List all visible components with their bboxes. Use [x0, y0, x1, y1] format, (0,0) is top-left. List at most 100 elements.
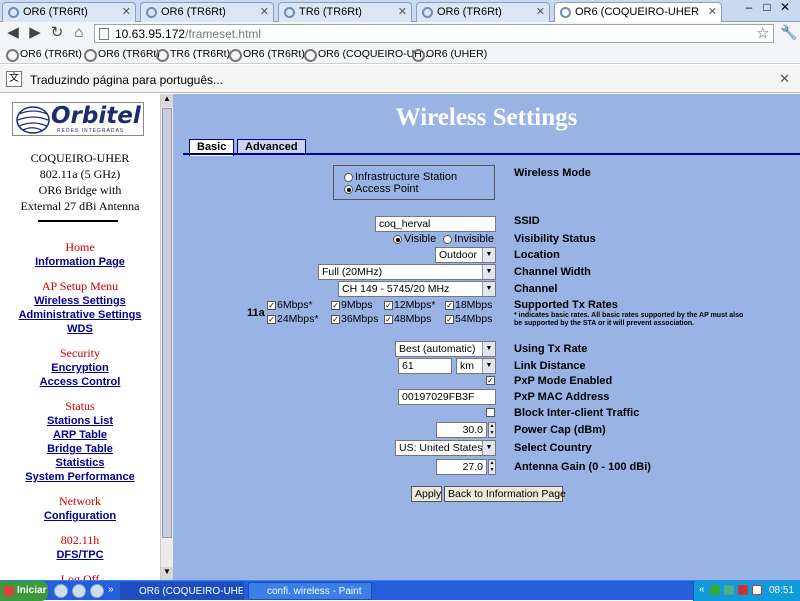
- taskbar-task[interactable]: confi. wireless - Paint: [248, 582, 372, 600]
- checkbox-9mbps[interactable]: ✓: [331, 300, 340, 310]
- power-cap-spinner[interactable]: ▲ ▼: [488, 422, 496, 438]
- ssid-input[interactable]: coq_herval: [375, 216, 496, 232]
- bookmark-item[interactable]: OR6 (UHER): [412, 48, 487, 62]
- rate-12mbps[interactable]: ✓ 12Mbps*: [384, 299, 435, 311]
- forward-icon[interactable]: ▶: [26, 24, 44, 42]
- nav-information-page[interactable]: Information Page: [0, 256, 160, 268]
- nav-administrative-settings[interactable]: Administrative Settings: [0, 309, 160, 321]
- mode-ap-option[interactable]: Access Point: [344, 183, 419, 195]
- address-bar[interactable]: 10.63.95.172/frameset.html: [94, 24, 774, 43]
- country-value: US: United States: [399, 442, 483, 454]
- nav-statistics[interactable]: Statistics: [0, 457, 160, 469]
- ie-icon[interactable]: [54, 584, 68, 598]
- back-to-information-button[interactable]: Back to Information Page: [444, 486, 566, 502]
- nav-arp-table[interactable]: ARP Table: [0, 429, 160, 441]
- close-tab-icon[interactable]: ✕: [122, 5, 131, 18]
- bookmark-star-icon[interactable]: ☆: [756, 24, 769, 42]
- checkbox-24mbps[interactable]: ✓: [267, 314, 276, 324]
- radio-infrastructure[interactable]: [344, 172, 353, 182]
- window-close-icon[interactable]: ✕: [776, 0, 794, 14]
- nav-system-performance[interactable]: System Performance: [0, 471, 160, 483]
- nav-access-control[interactable]: Access Control: [0, 376, 160, 388]
- rate-9mbps[interactable]: ✓ 9Mbps: [331, 299, 373, 311]
- pxp-enabled-checkbox[interactable]: ✓: [486, 376, 495, 385]
- close-tab-icon[interactable]: ✕: [398, 5, 407, 18]
- country-select[interactable]: US: United States ▼: [395, 440, 496, 456]
- close-icon[interactable]: ✕: [779, 71, 790, 87]
- tray-shield-icon[interactable]: [752, 585, 762, 595]
- bookmark-item[interactable]: OR6 (TR6Rt): [6, 48, 82, 62]
- scroll-up-icon[interactable]: ▲: [161, 94, 173, 107]
- minimize-icon[interactable]: –: [740, 0, 758, 14]
- tray-expand-icon[interactable]: «: [699, 584, 705, 595]
- rate-54mbps[interactable]: ✓ 54Mbps: [445, 313, 492, 325]
- close-tab-icon[interactable]: ✕: [536, 5, 545, 18]
- bookmark-item[interactable]: OR6 (TR6Rt): [229, 48, 305, 62]
- nav-log-off[interactable]: Log Off: [0, 572, 160, 580]
- browser-tab[interactable]: OR6 (TR6Rt) ✕: [2, 2, 136, 22]
- bookmark-item[interactable]: TR6 (TR6Rt): [156, 48, 230, 62]
- back-icon[interactable]: ◀: [4, 24, 22, 42]
- radio-access-point[interactable]: [344, 184, 353, 194]
- nav-configuration[interactable]: Configuration: [0, 510, 160, 522]
- rate-48mbps[interactable]: ✓ 48Mbps: [384, 313, 431, 325]
- channel-select[interactable]: CH 149 - 5745/20 MHz ▼: [338, 281, 496, 297]
- tray-network-icon[interactable]: [724, 585, 734, 595]
- browser-tab[interactable]: TR6 (TR6Rt) ✕: [278, 2, 412, 22]
- nav-stations-list[interactable]: Stations List: [0, 415, 160, 427]
- chrome-icon[interactable]: [90, 584, 104, 598]
- expand-quicklaunch-icon[interactable]: »: [108, 584, 114, 595]
- link-distance-input[interactable]: 61: [398, 358, 452, 374]
- outlook-icon[interactable]: [72, 584, 86, 598]
- location-select[interactable]: Outdoor ▼: [435, 247, 496, 263]
- tray-security-icon[interactable]: [738, 585, 748, 595]
- settings-frame: Wireless Settings Basic Advanced Infrast…: [173, 94, 800, 580]
- scroll-thumb[interactable]: [162, 108, 172, 538]
- block-inter-client-checkbox[interactable]: [486, 408, 495, 417]
- rate-36mbps[interactable]: ✓ 36Mbps: [331, 313, 378, 325]
- browser-tab[interactable]: OR6 (TR6Rt) ✕: [140, 2, 274, 22]
- start-button[interactable]: Iniciar: [0, 581, 48, 601]
- mode-ap-label: Access Point: [355, 183, 419, 195]
- rate-6mbps[interactable]: ✓ 6Mbps*: [267, 299, 313, 311]
- nav-bridge-table[interactable]: Bridge Table: [0, 443, 160, 455]
- antenna-gain-spinner[interactable]: ▲ ▼: [488, 459, 496, 475]
- taskbar-task[interactable]: OR6 (COQUEIRO-UHE...: [120, 582, 244, 600]
- home-icon[interactable]: ⌂: [70, 24, 88, 42]
- rate-18mbps[interactable]: ✓ 18Mbps: [445, 299, 492, 311]
- power-cap-input[interactable]: 30.0: [436, 422, 487, 438]
- reload-icon[interactable]: ↻: [48, 24, 66, 42]
- checkbox-18mbps[interactable]: ✓: [445, 300, 454, 310]
- checkbox-48mbps[interactable]: ✓: [384, 314, 393, 324]
- close-tab-icon[interactable]: ✕: [260, 5, 269, 18]
- close-tab-icon[interactable]: ✕: [708, 5, 717, 18]
- browser-tab-active[interactable]: OR6 (COQUEIRO-UHER ✕: [554, 2, 722, 23]
- sidebar-scrollbar[interactable]: ▲ ▼: [160, 94, 173, 580]
- nav-encryption[interactable]: Encryption: [0, 362, 160, 374]
- bookmark-item[interactable]: OR6 (TR6Rt): [84, 48, 160, 62]
- nav-home[interactable]: Home: [0, 240, 160, 255]
- wrench-icon[interactable]: 🔧: [780, 24, 797, 41]
- rate-24mbps[interactable]: ✓ 24Mbps*: [267, 313, 318, 325]
- radio-visible[interactable]: [393, 234, 402, 244]
- scroll-down-icon[interactable]: ▼: [161, 567, 173, 580]
- nav-wireless-settings[interactable]: Wireless Settings: [0, 295, 160, 307]
- pxp-mac-input[interactable]: 00197029FB3F: [398, 389, 496, 405]
- checkbox-36mbps[interactable]: ✓: [331, 314, 340, 324]
- apply-button[interactable]: Apply: [411, 486, 442, 502]
- nav-wds[interactable]: WDS: [0, 323, 160, 335]
- rate-label: 24Mbps*: [277, 313, 319, 325]
- maximize-icon[interactable]: □: [758, 0, 776, 14]
- browser-tab[interactable]: OR6 (TR6Rt) ✕: [416, 2, 550, 22]
- channel-width-select[interactable]: Full (20MHz) ▼: [318, 264, 496, 280]
- tray-app-icon[interactable]: [710, 585, 720, 595]
- antenna-gain-input[interactable]: 27.0: [436, 459, 487, 475]
- tx-rate-select[interactable]: Best (automatic) ▼: [395, 341, 496, 357]
- mode-infrastructure-option[interactable]: Infrastructure Station: [344, 171, 457, 183]
- checkbox-54mbps[interactable]: ✓: [445, 314, 454, 324]
- link-unit-select[interactable]: km ▼: [456, 358, 496, 374]
- checkbox-12mbps[interactable]: ✓: [384, 300, 393, 310]
- checkbox-6mbps[interactable]: ✓: [267, 300, 276, 310]
- nav-dfs-tpc[interactable]: DFS/TPC: [0, 549, 160, 561]
- radio-invisible[interactable]: [443, 234, 453, 244]
